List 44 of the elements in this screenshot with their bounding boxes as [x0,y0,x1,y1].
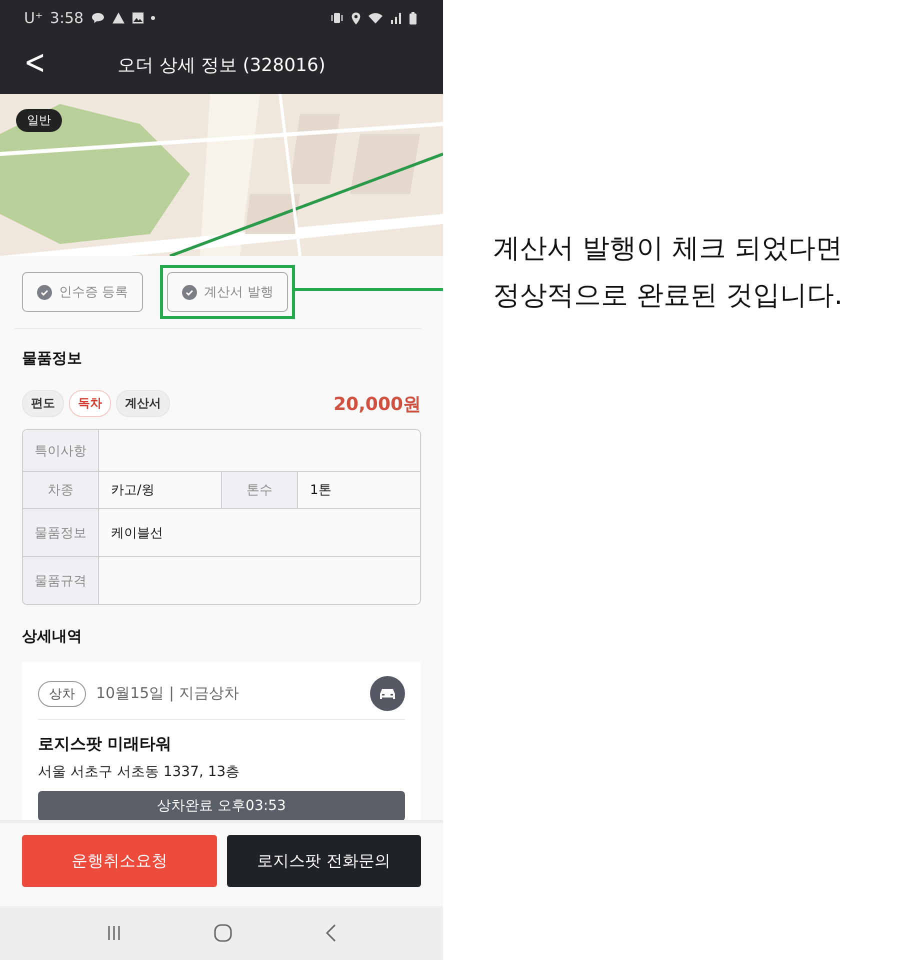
table-header-cell: 톤수 [221,472,298,508]
tag: 계산서 [116,390,170,417]
wifi-icon [368,12,383,24]
table-header-cell: 물품정보 [23,509,99,556]
image-icon [132,12,144,24]
action-button[interactable]: 인수증 등록 [22,272,144,312]
bottom-button[interactable]: 로지스팟 전화문의 [226,835,421,887]
address: 서울 서초구 서초동 1337, 13층 [38,763,241,781]
chat-bubble-icon [90,12,105,24]
place-name: 로지스팟 미래타워 [38,734,173,755]
car-icon [370,676,405,711]
page-title: 오더 상세 정보 (328016) [118,54,326,77]
check-circle-icon [37,284,52,300]
status-button[interactable]: 상차완료 오후03:53 [38,791,405,820]
location-icon [351,12,361,24]
table-cell-text: 카고/윙 [110,482,156,500]
vibrate-icon [330,12,344,24]
warning-icon [112,12,125,24]
check-circle-icon [182,284,198,300]
carrier-label: U⁺ [24,9,43,27]
clock: 3:58 [50,9,84,27]
dot-icon [150,16,155,20]
back-button[interactable]: < [18,44,52,82]
bottom-button[interactable]: 운행취소요청 [22,835,216,887]
recent-apps-icon[interactable] [106,925,122,941]
home-icon[interactable] [214,924,232,942]
section-heading: 상세내역 [22,627,83,646]
battery-icon [409,12,417,24]
table-header-cell: 물품규격 [23,557,99,604]
table-cell-text: 케이블선 [110,524,164,542]
action-button[interactable]: 계산서 발행 [167,272,288,312]
back-icon[interactable] [324,924,337,942]
stop-type-tag: 상차 [38,680,86,706]
tag: 독차 [69,390,111,417]
tag: 편도 [22,390,64,417]
section-heading: 물품정보 [22,349,83,368]
stop-date: 10월15일 | 지금상차 [96,684,239,703]
table-cell-text: 1톤 [309,482,332,500]
map-type-badge: 일반 [16,109,62,132]
callout-text: 계산서 발행이 체크 되었다면 정상적으로 완료된 것입니다. [493,232,844,313]
table-header-cell: 차종 [23,472,99,508]
price: 20,000원 [334,392,421,416]
table-header-cell: 특이사항 [23,430,99,471]
signal-icon [390,12,402,24]
